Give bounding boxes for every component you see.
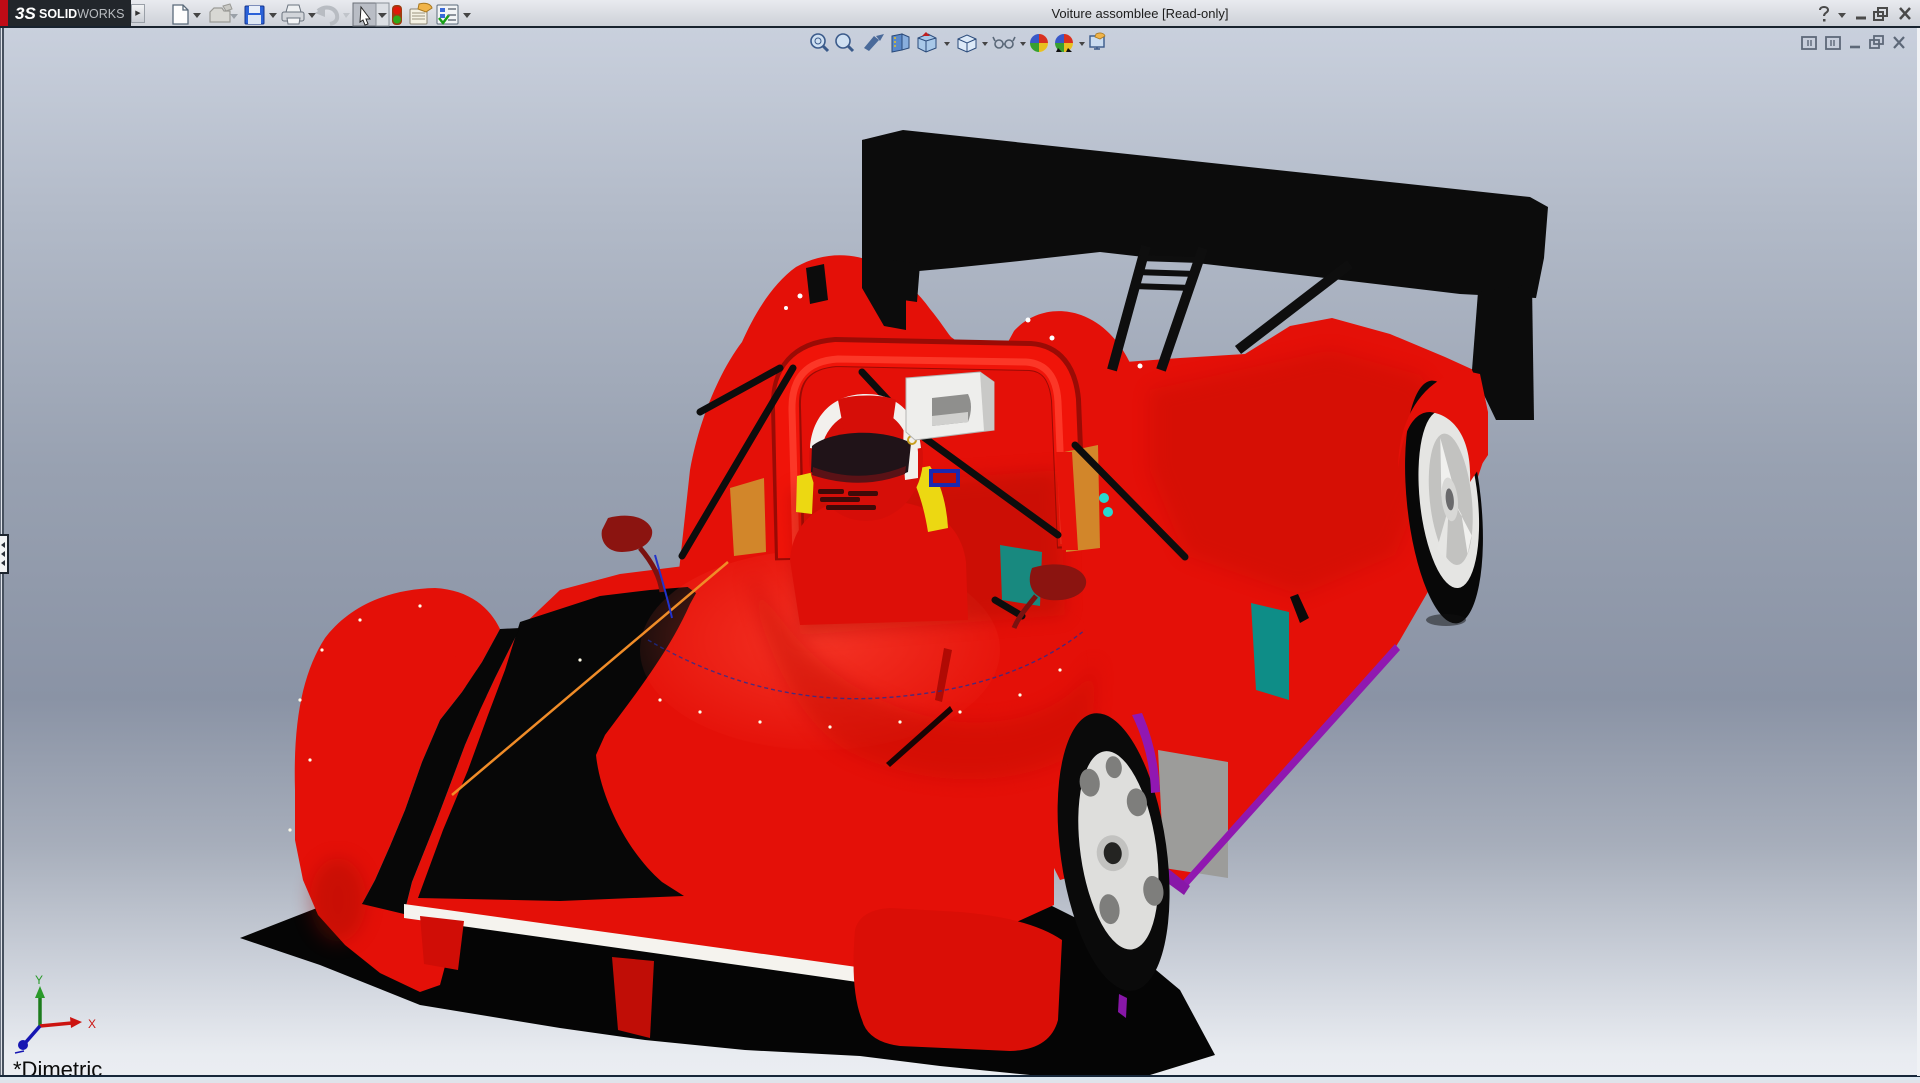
svg-text:X: X (88, 1017, 96, 1031)
svg-text:Y: Y (35, 973, 43, 987)
